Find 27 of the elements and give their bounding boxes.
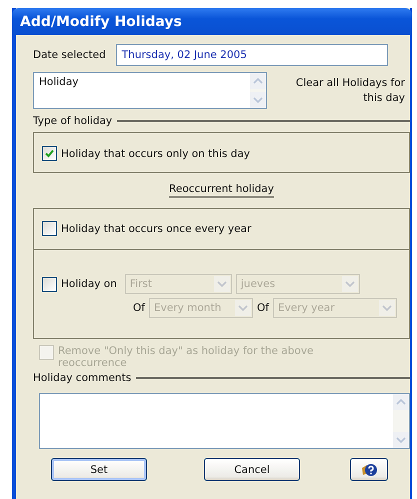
checkbox-label: Remove "Only this day" as holiday for the above reoccurrence [58,345,314,369]
help-icon [360,462,378,478]
clear-holidays-button[interactable]: Clear all Holidays for this day [277,76,405,106]
checkbox-label: Holiday that occurs only on this day [61,148,250,160]
comments-field[interactable] [39,393,410,449]
checkbox-label: Holiday that occurs once every year [61,222,252,234]
checkbox[interactable] [42,146,57,161]
checkbox[interactable] [42,221,57,236]
scroll-up-icon[interactable] [250,73,266,89]
section-label: Type of holiday [33,115,112,127]
dialog-button[interactable]: Set [51,458,147,481]
section-label: Reoccurrent holiday [169,183,274,198]
checkmark-icon [44,148,55,159]
checkbox[interactable] [42,276,57,292]
scroll-down-icon[interactable] [250,92,266,108]
window-title: Add/Modify Holidays [20,14,182,30]
field-label: Of [133,302,145,314]
scroll-up-icon[interactable] [393,394,409,410]
field-label: Of [256,302,269,314]
help-button[interactable] [350,458,388,481]
holiday-name-field[interactable]: Holiday [33,72,267,109]
scroll-down-icon[interactable] [393,432,409,448]
section-label: Holiday comments [33,372,132,384]
field-label: Date selected [33,49,106,61]
dialog-button[interactable]: Cancel [204,458,300,481]
checkbox-label: Holiday on [61,278,117,290]
date-field[interactable]: Thursday, 02 June 2005 [116,44,388,66]
